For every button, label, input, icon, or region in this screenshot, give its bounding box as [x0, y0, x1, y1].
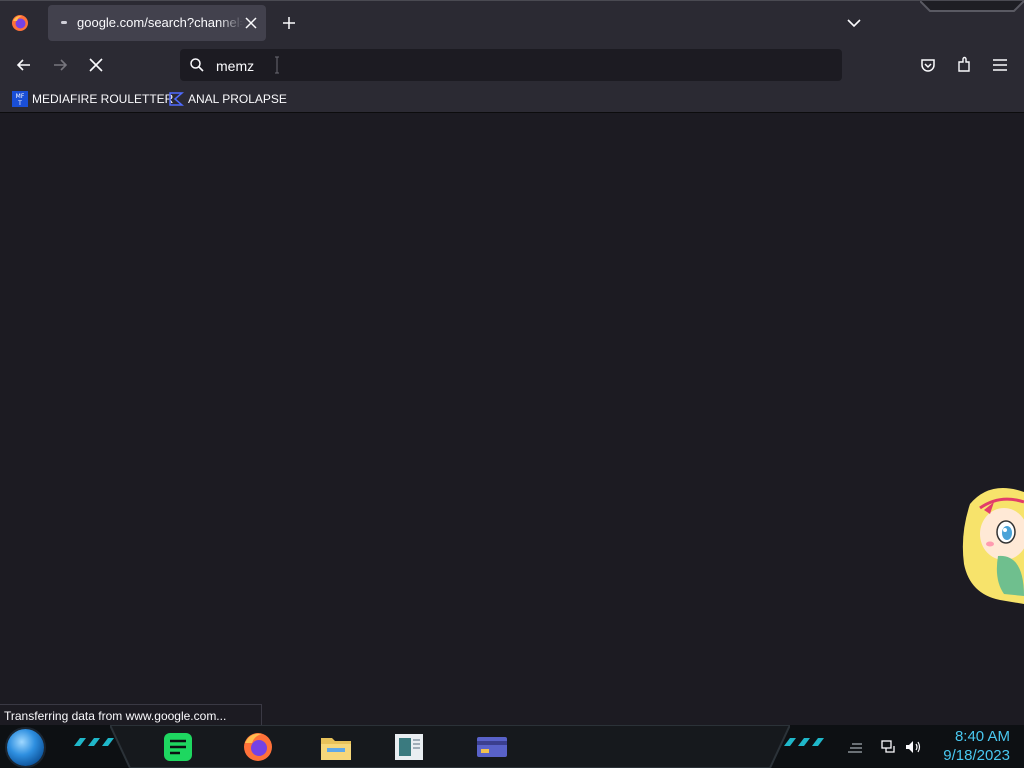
page-content [0, 113, 1024, 725]
file-explorer-icon[interactable] [318, 730, 354, 764]
status-panel: Transferring data from www.google.com... [0, 704, 262, 726]
tab-strip: google.com/search?channel=fs [0, 0, 1024, 45]
bookmark-label: ANAL PROLAPSE [188, 92, 287, 106]
taskbar: 8:40 AM 9/18/2023 [0, 725, 1024, 768]
search-icon [190, 58, 204, 72]
bookmark-mediafire[interactable]: MF T MEDIAFIRE ROULETTER [12, 89, 173, 109]
clock-date: 9/18/2023 [943, 747, 1010, 764]
menu-button[interactable] [990, 55, 1010, 75]
clock-time: 8:40 AM [954, 728, 1010, 745]
tab-title: google.com/search?channel=fs [77, 15, 243, 30]
bookmarks-toolbar: MF T MEDIAFIRE ROULETTER ANAL PROLAPSE [0, 86, 1024, 113]
document-icon[interactable] [391, 730, 427, 764]
spotify-icon[interactable] [160, 730, 196, 764]
text-cursor-icon [275, 56, 279, 74]
firefox-icon[interactable] [240, 730, 276, 764]
tray-overflow-icon[interactable] [846, 738, 864, 756]
network-icon[interactable] [880, 738, 898, 756]
pocket-button[interactable] [918, 55, 938, 75]
url-input[interactable] [214, 55, 818, 77]
volume-icon[interactable] [904, 738, 922, 756]
stop-loading-button[interactable] [86, 55, 106, 75]
window-frame-decoration [920, 1, 1024, 12]
forward-button[interactable] [50, 55, 70, 75]
firefox-menu-icon[interactable] [10, 13, 30, 33]
close-tab-icon[interactable] [242, 14, 260, 32]
loading-icon [61, 21, 67, 24]
card-icon[interactable] [474, 730, 510, 764]
tab-active[interactable]: google.com/search?channel=fs [48, 5, 266, 41]
chevron-down-icon[interactable] [845, 14, 863, 32]
back-button[interactable] [14, 55, 34, 75]
bookmark-label: MEDIAFIRE ROULETTER [32, 92, 174, 106]
clock[interactable]: 8:40 AM 9/18/2023 [930, 727, 1010, 765]
cartoon-character-image [962, 488, 1024, 604]
taskbar-frame [110, 725, 790, 768]
extensions-button[interactable] [954, 55, 974, 75]
new-tab-button[interactable] [280, 14, 298, 32]
mediafire-icon: MF T [12, 91, 28, 107]
navigation-toolbar [0, 44, 1024, 86]
svg-text:T: T [17, 100, 22, 107]
start-button[interactable] [7, 729, 44, 766]
bookmark-anal-prolapse[interactable]: ANAL PROLAPSE [168, 89, 287, 109]
decorative-chevrons-right [784, 738, 824, 746]
sigma-icon [169, 92, 184, 106]
url-bar[interactable] [180, 49, 842, 81]
mediafire-icon-text: MF [16, 93, 25, 100]
